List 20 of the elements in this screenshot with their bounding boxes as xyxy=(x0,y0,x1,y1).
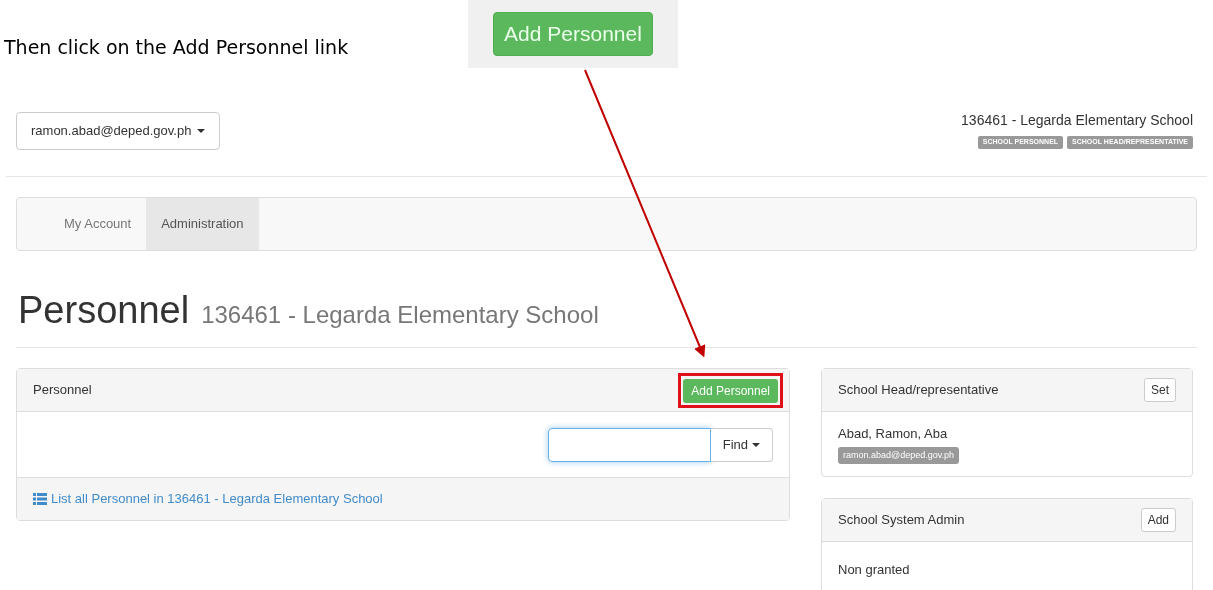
find-dropdown-button[interactable]: Find xyxy=(710,427,773,462)
list-icon xyxy=(33,493,47,505)
page-title: Personnel xyxy=(18,291,190,329)
nav-tab[interactable]: My Account xyxy=(49,198,147,250)
instruction-text: Then click on the Add Personnel link xyxy=(4,35,350,60)
panel-title: School Head/representative xyxy=(838,381,999,400)
panel-action-button[interactable]: Set xyxy=(1144,378,1176,402)
panel-action-button[interactable]: Add xyxy=(1140,508,1176,532)
account-dropdown[interactable]: ramon.abad@deped.gov.ph xyxy=(16,112,221,150)
search-field[interactable] xyxy=(547,427,711,462)
page-subtitle: 136461 - Legarda Elementary School xyxy=(201,300,599,330)
caret-icon xyxy=(752,442,760,447)
email-badge: ramon.abad@deped.gov.ph xyxy=(838,446,960,464)
panel-title: Personnel xyxy=(33,381,92,400)
caret-icon xyxy=(197,129,206,133)
school-name: 136461 - Legarda Elementary School xyxy=(961,111,1193,130)
person-name: Abad, Ramon, Aba xyxy=(838,425,949,443)
panel-title: School System Admin xyxy=(838,511,965,530)
nav-tab[interactable]: Administration xyxy=(146,198,259,250)
panel-text: Non granted xyxy=(838,561,911,579)
